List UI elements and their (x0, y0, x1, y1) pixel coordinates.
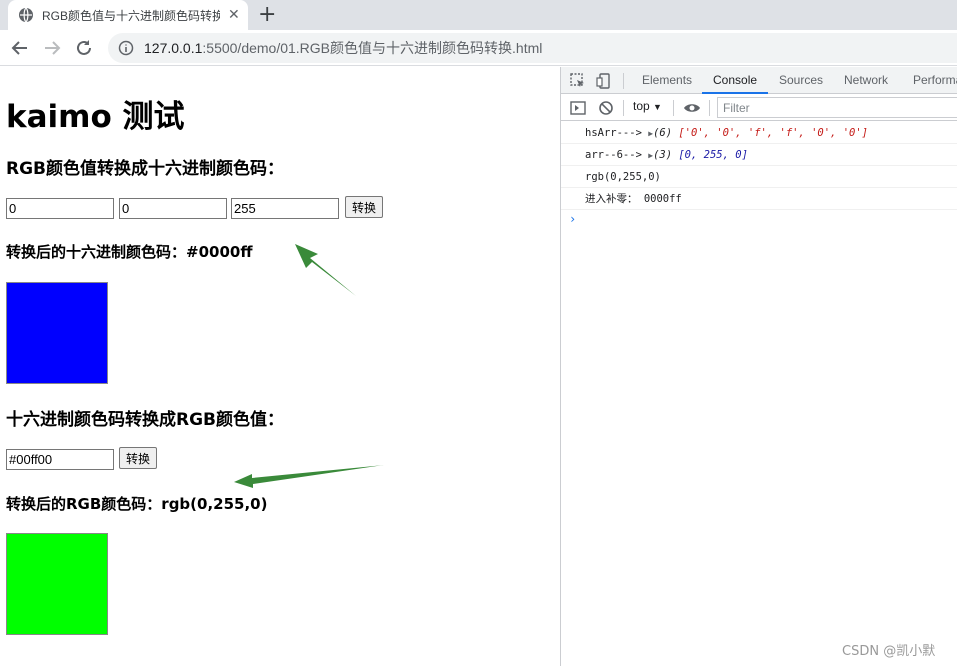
console-prompt[interactable]: › (561, 210, 957, 230)
console-toolbar: top ▼ Filter (561, 95, 957, 121)
console-line: 进入补零： 0000ff (561, 188, 957, 210)
red-input[interactable] (6, 198, 114, 219)
url-path: :5500/demo/01.RGB颜色值与十六进制颜色码转换.html (202, 40, 543, 56)
log-text: 进入补零： 0000ff (585, 193, 682, 205)
convert-to-rgb-button[interactable]: 转换 (119, 447, 158, 469)
forward-button[interactable] (40, 36, 64, 60)
hex-result: 转换后的十六进制颜色码：#0000ff (6, 243, 253, 261)
filter-input[interactable]: Filter (717, 97, 957, 118)
green-input[interactable] (119, 198, 227, 219)
hex-color-swatch (6, 282, 108, 384)
back-arrow-icon (11, 41, 27, 55)
log-label: hsArr---> (585, 127, 642, 139)
inspect-element-icon[interactable] (569, 72, 587, 90)
log-count: (6) (653, 127, 673, 139)
back-button[interactable] (8, 36, 32, 60)
log-text: rgb(0,255,0) (585, 171, 661, 183)
console-line: arr--6--> ▶(3) [0, 255, 0] (561, 144, 957, 166)
watermark: CSDN @凯小默 (842, 644, 936, 659)
reload-icon (77, 40, 91, 55)
sidebar-toggle-icon[interactable] (569, 99, 587, 117)
log-value: ['0', '0', 'f', 'f', '0', '0'] (678, 127, 869, 139)
new-tab-button[interactable]: + (258, 2, 276, 27)
log-label: arr--6--> (585, 149, 642, 161)
browser-toolbar: 127.0.0.1:5500/demo/01.RGB颜色值与十六进制颜色码转换.… (0, 30, 957, 66)
info-icon[interactable] (118, 40, 134, 56)
log-count: (3) (653, 149, 673, 161)
bar-divider-2 (673, 100, 674, 116)
tab-title: RGB颜色值与十六进制颜色码转换 (42, 8, 220, 23)
tab-console[interactable]: Console (702, 67, 769, 94)
page-content: kaimo 测试 RGB颜色值转换成十六进制颜色码： 转换 转换后的十六进制颜色… (0, 67, 560, 666)
tab-network[interactable]: Network (844, 67, 888, 94)
page-title: kaimo 测试 (6, 99, 185, 135)
tab-performance[interactable]: Performa (913, 67, 957, 94)
rgb-result: 转换后的RGB颜色码：rgb(0,255,0) (6, 495, 268, 513)
forward-arrow-icon (45, 41, 61, 55)
tab-sources[interactable]: Sources (779, 67, 823, 94)
convert-to-hex-button[interactable]: 转换 (345, 196, 384, 218)
clear-console-icon[interactable] (597, 99, 615, 117)
device-toolbar-icon[interactable] (595, 72, 613, 90)
blue-input[interactable] (231, 198, 339, 219)
toolbar-divider (623, 73, 624, 89)
url-host: 127.0.0.1 (144, 40, 203, 56)
reload-button[interactable] (72, 36, 96, 60)
log-value: [0, 255, 0] (678, 149, 748, 161)
hex-input[interactable] (6, 449, 114, 470)
eye-icon[interactable] (683, 99, 701, 117)
url-text[interactable]: 127.0.0.1:5500/demo/01.RGB颜色值与十六进制颜色码转换.… (144, 38, 542, 58)
bar-divider-3 (709, 100, 710, 116)
console-output: hsArr---> ▶(6) ['0', '0', 'f', 'f', '0',… (561, 122, 957, 230)
section1-heading: RGB颜色值转换成十六进制颜色码： (6, 159, 285, 179)
tab-elements[interactable]: Elements (642, 67, 692, 94)
bar-divider-1 (623, 100, 624, 116)
context-label: top (633, 99, 650, 113)
close-tab-icon[interactable]: ✕ (228, 7, 240, 23)
section2-heading: 十六进制颜色码转换成RGB颜色值： (6, 410, 285, 430)
rgb-color-swatch (6, 533, 108, 635)
dropdown-arrow-icon: ▼ (653, 102, 662, 112)
devtools-tabbar: Elements Console Sources Network Perform… (561, 67, 957, 94)
devtools-panel: Elements Console Sources Network Perform… (560, 67, 957, 666)
address-bar[interactable]: 127.0.0.1:5500/demo/01.RGB颜色值与十六进制颜色码转换.… (108, 33, 957, 63)
browser-tab[interactable]: RGB颜色值与十六进制颜色码转换 ✕ (8, 0, 248, 30)
tab-strip: RGB颜色值与十六进制颜色码转换 ✕ + (0, 0, 957, 30)
context-selector[interactable]: top ▼ (633, 99, 662, 113)
console-line: rgb(0,255,0) (561, 166, 957, 188)
globe-icon (19, 7, 33, 23)
console-line: hsArr---> ▶(6) ['0', '0', 'f', 'f', '0',… (561, 122, 957, 144)
